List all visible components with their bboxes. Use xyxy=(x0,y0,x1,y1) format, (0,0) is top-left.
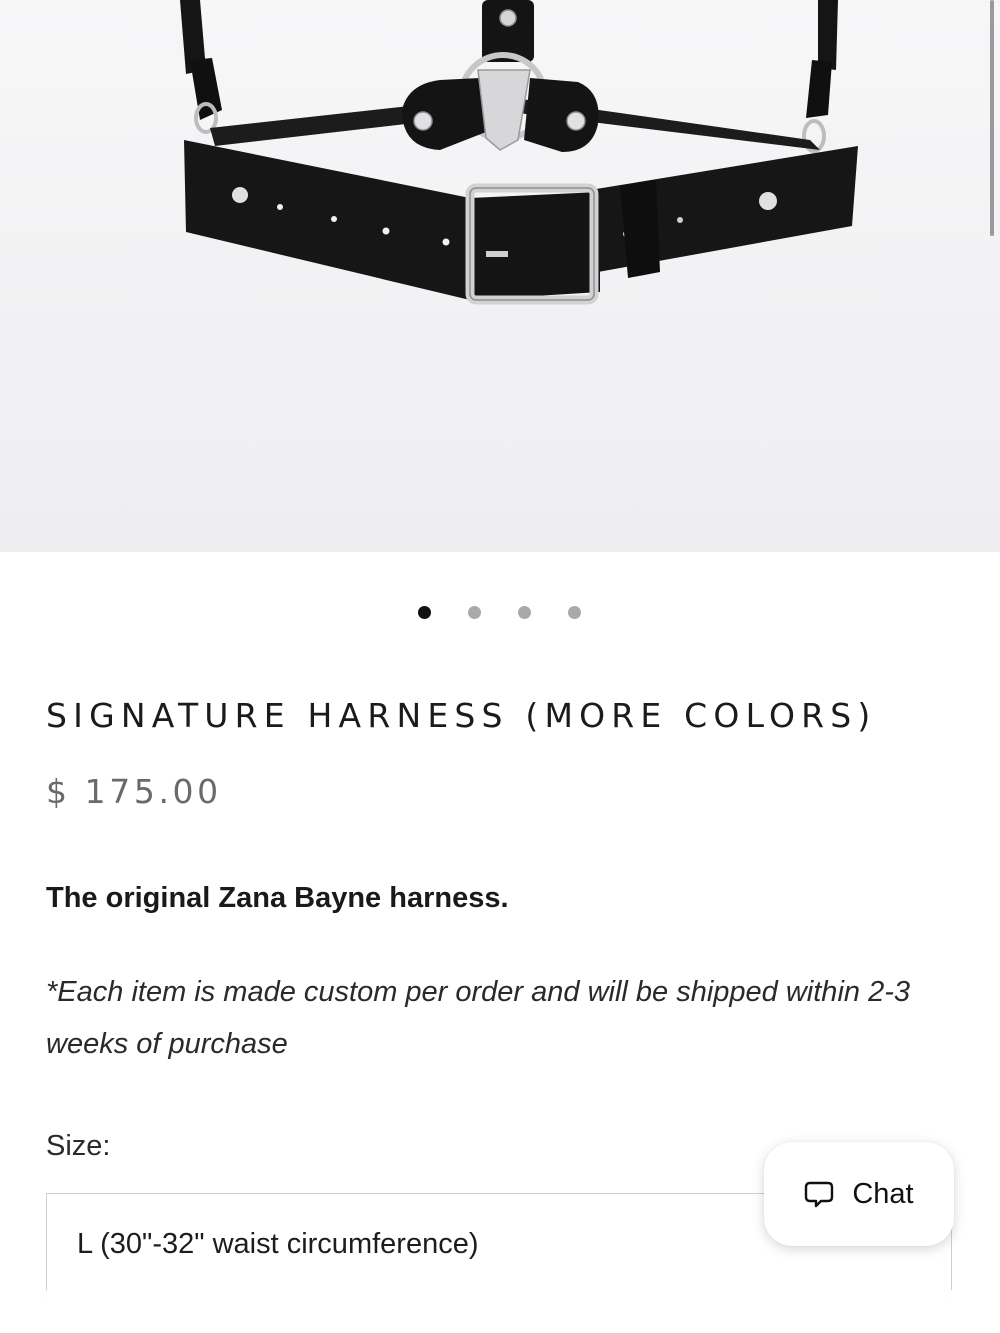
scroll-indicator[interactable] xyxy=(990,0,994,236)
chat-button[interactable]: Chat xyxy=(764,1142,954,1246)
carousel-dot-1[interactable] xyxy=(418,606,431,619)
size-label: Size: xyxy=(46,1130,111,1162)
size-select-value: L (30"-32" waist circumference) xyxy=(77,1228,479,1260)
carousel-dot-4[interactable] xyxy=(568,606,581,619)
image-carousel-dots xyxy=(0,606,1000,622)
bottom-fade xyxy=(0,1290,1000,1333)
product-page: SIGNATURE HARNESS (MORE COLORS) $ 175.00… xyxy=(0,0,1000,1333)
chat-bubble-icon xyxy=(805,1181,834,1208)
chat-label: Chat xyxy=(852,1177,914,1210)
product-image[interactable] xyxy=(0,0,1000,552)
carousel-dot-2[interactable] xyxy=(468,606,481,619)
harness-photo xyxy=(180,0,858,305)
product-title: SIGNATURE HARNESS (MORE COLORS) xyxy=(46,696,877,735)
product-tagline: The original Zana Bayne harness. xyxy=(46,882,509,914)
carousel-dot-3[interactable] xyxy=(518,606,531,619)
product-price: $ 175.00 xyxy=(46,772,222,811)
product-shipping-note: *Each item is made custom per order and … xyxy=(46,976,910,1060)
